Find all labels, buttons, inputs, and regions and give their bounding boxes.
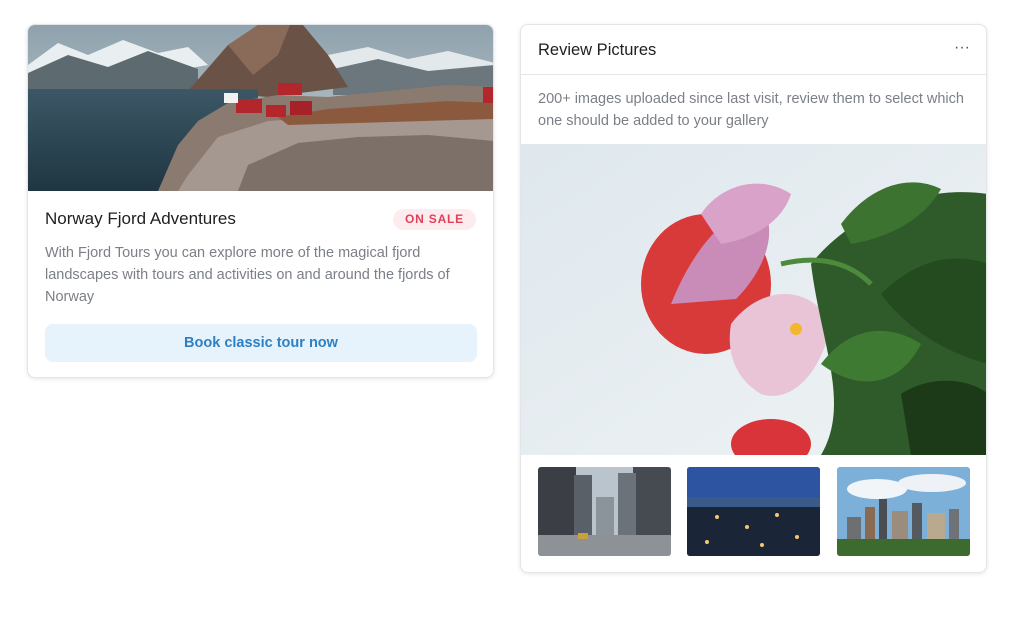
city-skyline-photo — [837, 467, 970, 556]
card-title: Review Pictures — [538, 41, 657, 59]
card-title: Norway Fjord Adventures — [45, 209, 236, 228]
on-sale-badge: ON SALE — [393, 209, 476, 230]
review-pictures-card: Review Pictures ··· 200+ images uploaded… — [520, 24, 987, 573]
thumbnail-city-skyline[interactable] — [837, 467, 970, 556]
thumbnail-city-night[interactable] — [687, 467, 820, 556]
fjord-landscape-image — [28, 25, 493, 191]
card-description: 200+ images uploaded since last visit, r… — [538, 91, 964, 129]
flower-image[interactable] — [521, 144, 987, 455]
city-street-photo — [538, 467, 671, 556]
ellipsis-icon[interactable]: ··· — [950, 37, 974, 61]
fjord-tour-card: Norway Fjord Adventures ON SALE With Fjo… — [27, 24, 494, 378]
thumbnail-city-street[interactable] — [538, 467, 671, 556]
card-description: With Fjord Tours you can explore more of… — [45, 245, 450, 305]
book-tour-button[interactable]: Book classic tour now — [45, 324, 477, 362]
city-night-photo — [687, 467, 820, 556]
card-header: Review Pictures ··· — [521, 25, 986, 75]
